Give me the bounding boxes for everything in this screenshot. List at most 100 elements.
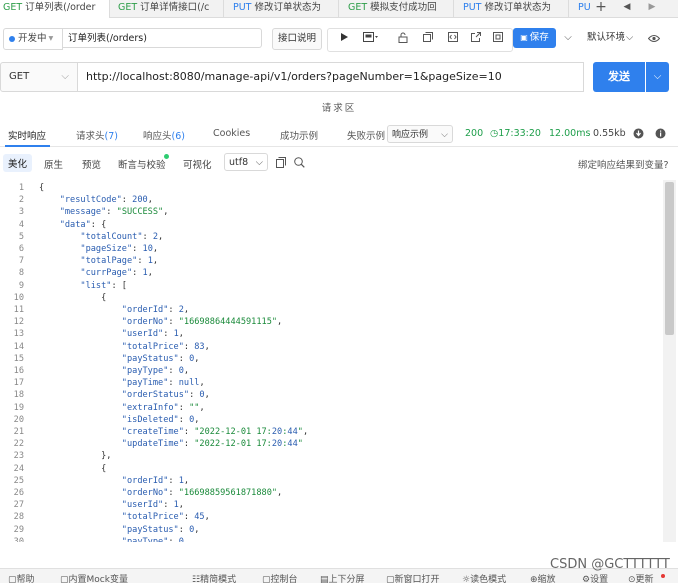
- request-tab[interactable]: GET 订单详情接口(/c: [115, 0, 224, 17]
- request-tab[interactable]: GET 订单列表(/order: [0, 0, 110, 18]
- download-icon[interactable]: [633, 128, 644, 139]
- request-tab[interactable]: GET 模拟支付成功回: [345, 0, 454, 17]
- code-line: 5 "totalCount": 2,: [0, 231, 662, 243]
- send-menu-chevron-icon[interactable]: ⌵: [646, 62, 669, 92]
- http-method-select[interactable]: GET ⌵: [0, 62, 78, 92]
- tab-visualize[interactable]: 可视化: [183, 157, 212, 171]
- save-icon: ▣: [520, 33, 528, 42]
- add-tab-icon[interactable]: +: [594, 0, 608, 17]
- tab-label: Cookies: [213, 128, 251, 139]
- code-line: 17 "payTime": null,: [0, 377, 662, 389]
- tab-response-headers[interactable]: 响应头(6): [143, 128, 185, 142]
- code-text: "userId": 1,: [121, 500, 184, 511]
- code-text: {: [39, 292, 107, 303]
- line-number: 12: [13, 317, 24, 328]
- tab-raw[interactable]: 原生: [44, 157, 63, 171]
- code-text: "totalPrice": 45,: [121, 512, 210, 523]
- simple-mode-button[interactable]: ☷精简模式: [192, 572, 236, 583]
- bind-to-variable-link[interactable]: 绑定响应结果到变量?: [578, 157, 669, 171]
- code-line: 16 "payType": 0,: [0, 365, 662, 377]
- code-text: {: [39, 463, 107, 474]
- tab-assertions[interactable]: 断言与校验: [118, 157, 166, 171]
- tab-realtime-response[interactable]: 实时响应: [8, 128, 46, 142]
- code-line: 23 },: [0, 450, 662, 462]
- preview-icon[interactable]: [360, 32, 382, 46]
- lock-icon[interactable]: [395, 32, 411, 46]
- code-text: "payType": 0,: [121, 536, 190, 542]
- tab-scroll-left-icon[interactable]: ◀: [620, 0, 634, 17]
- mock-vars-button[interactable]: ▢内置Mock变量: [60, 572, 128, 583]
- response-code-view[interactable]: 1{2 "resultCode": 200, 3 "message": "SUCC…: [0, 180, 662, 542]
- code-line: 9 "list": [: [0, 280, 662, 292]
- env-status-label: 开发中: [18, 33, 47, 44]
- tab-preview[interactable]: 预览: [82, 157, 101, 171]
- line-number: 26: [13, 488, 24, 498]
- code-line: 26 "orderNo": "16698859561871880",: [0, 487, 662, 499]
- url-input[interactable]: http://localhost:8080/manage-api/v1/orde…: [78, 62, 584, 92]
- copy-icon[interactable]: [420, 32, 436, 46]
- help-button[interactable]: ▢帮助: [8, 572, 35, 583]
- request-tab[interactable]: PUT 修改订单状态为: [230, 0, 339, 17]
- save-button[interactable]: ▣ 保存: [513, 28, 556, 48]
- code-line: 27 "userId": 1,: [0, 499, 662, 511]
- request-tab[interactable]: PUT 修改订单状态为: [460, 0, 569, 17]
- tab-scroll-right-icon[interactable]: ▶: [645, 0, 659, 17]
- method-label: PUT: [233, 2, 252, 13]
- line-number: 24: [13, 463, 24, 474]
- status-code: 200: [465, 128, 484, 139]
- eye-icon[interactable]: [647, 28, 662, 48]
- encoding-label: utf8: [229, 157, 249, 168]
- new-window-button[interactable]: ▢新窗口打开: [386, 572, 440, 583]
- notification-dot-icon: [661, 574, 665, 578]
- code-icon[interactable]: [445, 32, 461, 46]
- tab-success-example[interactable]: 成功示例: [280, 128, 318, 142]
- request-tab[interactable]: PU: [575, 0, 596, 17]
- tab-request-headers[interactable]: 请求头(7): [76, 128, 118, 142]
- env-status-picker[interactable]: 开发中 ▾: [3, 28, 63, 50]
- send-button[interactable]: 发送: [593, 62, 645, 92]
- code-text: "totalPage": 1,: [80, 256, 159, 267]
- line-number: 5: [18, 231, 24, 242]
- console-button[interactable]: ▢控制台: [262, 572, 298, 583]
- tab-label: 订单列表(/order: [25, 2, 96, 13]
- tab-beautify[interactable]: 美化: [3, 154, 33, 172]
- code-text: "orderStatus": 0,: [121, 390, 210, 401]
- example-select[interactable]: 响应示例 ⌵: [387, 125, 453, 143]
- line-number: 17: [13, 378, 24, 389]
- color-mode-button[interactable]: ☼读色模式: [462, 572, 506, 583]
- info-icon[interactable]: [655, 128, 666, 139]
- save-menu-chevron-icon[interactable]: ⌵: [559, 28, 577, 48]
- update-button[interactable]: ⊙更新: [628, 572, 654, 583]
- play-icon[interactable]: [336, 32, 352, 46]
- api-name-input[interactable]: 订单列表(/orders): [62, 28, 262, 48]
- code-line: 12 "orderNo": "16698864444591115",: [0, 316, 662, 328]
- tab-failure-example[interactable]: 失败示例: [347, 128, 385, 142]
- code-line: 18 "orderStatus": 0,: [0, 389, 662, 401]
- line-number: 28: [13, 512, 24, 523]
- chevron-down-icon: ▾: [48, 33, 54, 44]
- code-line: 28 "totalPrice": 45,: [0, 511, 662, 523]
- code-line: 11 "orderId": 2,: [0, 304, 662, 316]
- tab-label: 失败示例: [347, 131, 385, 142]
- split-screen-button[interactable]: ▤上下分屏: [320, 572, 365, 583]
- settings-button[interactable]: ⚙设置: [582, 572, 608, 583]
- code-scrollbar-thumb[interactable]: [665, 182, 674, 335]
- api-doc-button[interactable]: 接口说明: [272, 28, 322, 50]
- zoom-button[interactable]: ⊕缩放: [530, 572, 556, 583]
- tab-label: 成功示例: [280, 131, 319, 142]
- code-line: 8 "currPage": 1,: [0, 267, 662, 279]
- code-text: "orderId": 2,: [121, 305, 190, 315]
- line-number: 9: [18, 280, 24, 291]
- tab-cookies[interactable]: Cookies: [213, 128, 250, 139]
- http-method-label: GET: [9, 71, 30, 82]
- line-number: 29: [13, 524, 24, 535]
- chevron-down-icon: ⌵: [61, 71, 69, 82]
- code-text: "isDeleted": 0,: [121, 414, 200, 425]
- share-icon[interactable]: [468, 32, 484, 46]
- search-icon[interactable]: [294, 157, 305, 171]
- line-number: 2: [18, 195, 24, 206]
- encoding-select[interactable]: utf8 ⌵: [224, 153, 268, 171]
- clone-icon[interactable]: [490, 32, 506, 46]
- copy-icon[interactable]: [276, 157, 286, 171]
- environment-select[interactable]: 默认环境⌵: [587, 28, 633, 48]
